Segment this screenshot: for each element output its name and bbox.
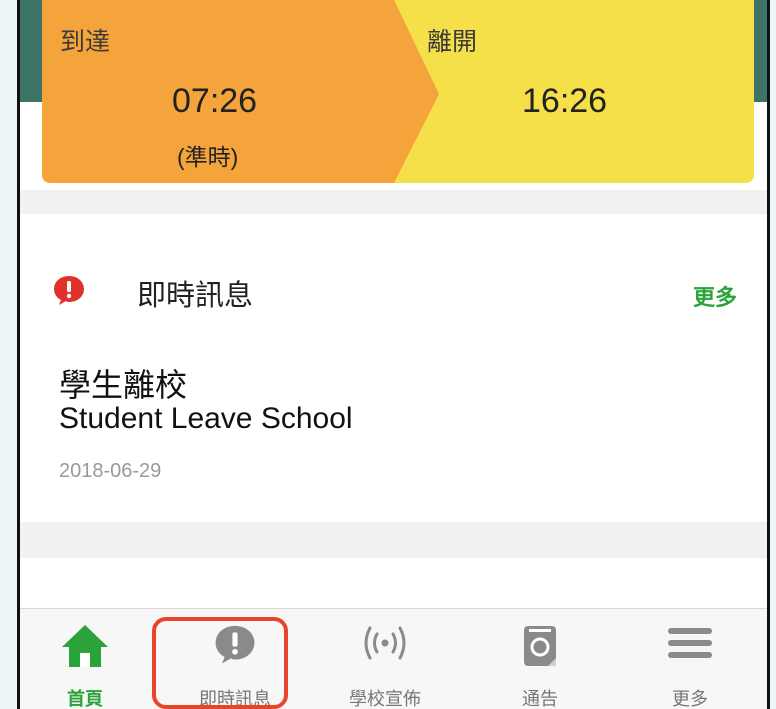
tab-label: 即時訊息	[199, 689, 271, 709]
message-date: 2018-06-29	[59, 460, 162, 482]
arrive-time: 07:26	[172, 82, 258, 120]
phone-screen: 到達 07:26 (準時) 離開 16:26 即時訊息 更多 學生離校 Stud…	[17, 0, 770, 709]
more-link[interactable]: 更多	[693, 280, 737, 312]
attendance-background	[42, 0, 754, 183]
arrive-label: 到達	[60, 28, 111, 56]
tab-notices[interactable]: 通告	[465, 609, 615, 709]
tab-home[interactable]: 首頁	[20, 609, 160, 709]
broadcast-icon	[364, 626, 406, 660]
tab-more[interactable]: 更多	[615, 609, 765, 709]
tab-bar: 首頁 即時訊息 學校宣佈 通告 更多	[20, 608, 767, 709]
menu-icon	[668, 628, 712, 658]
section-title: 即時訊息	[137, 280, 254, 312]
tab-instant-messages[interactable]: 即時訊息	[160, 609, 310, 709]
home-icon	[62, 625, 108, 667]
notice-icon	[524, 626, 556, 666]
message-title-zh: 學生離校	[59, 367, 188, 403]
tab-label: 首頁	[67, 689, 103, 709]
section-divider	[20, 190, 767, 214]
instant-messages-header: 即時訊息 更多	[20, 262, 767, 322]
leave-time: 16:26	[522, 82, 608, 120]
alert-bubble-icon	[215, 625, 255, 664]
tab-label: 通告	[522, 689, 558, 709]
arrive-status: (準時)	[177, 144, 239, 170]
tab-label: 學校宣佈	[349, 689, 421, 709]
attendance-card: 到達 07:26 (準時) 離開 16:26	[42, 0, 754, 183]
tab-label: 更多	[672, 689, 708, 709]
section-divider	[20, 522, 767, 558]
alert-bubble-icon	[54, 276, 84, 305]
tab-school-announcements[interactable]: 學校宣佈	[310, 609, 460, 709]
leave-label: 離開	[427, 28, 478, 56]
message-title-en: Student Leave School	[59, 402, 353, 435]
